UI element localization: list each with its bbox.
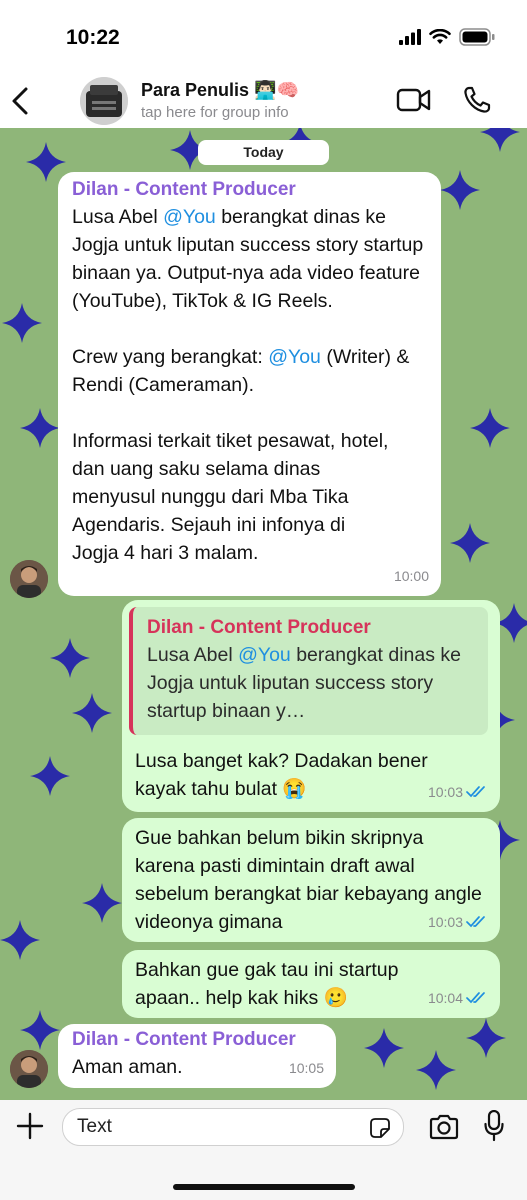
message-meta: 10:03	[428, 778, 488, 806]
camera-icon[interactable]	[428, 1114, 460, 1140]
message-sender[interactable]: Dilan - Content Producer	[72, 1027, 322, 1053]
message-paragraph: Informasi terkait tiket pesawat, hotel, …	[72, 430, 389, 564]
battery-icon	[459, 28, 495, 46]
home-indicator	[173, 1184, 355, 1190]
mention-link[interactable]: @You	[268, 346, 321, 368]
cellular-signal-icon	[399, 29, 421, 45]
mention-link[interactable]: @You	[163, 206, 216, 228]
chat-header: Para Penulis 👨🏻‍💻🧠 tap here for group in…	[0, 75, 527, 128]
back-chevron-icon[interactable]	[8, 83, 32, 119]
chat-area[interactable]: Today Dilan - Content Producer Lusa Abel…	[0, 128, 527, 1100]
input-bar: Text	[0, 1100, 527, 1200]
quoted-text: Lusa Abel @You berangkat dinas ke Jogja …	[147, 644, 461, 722]
message-time: 10:00	[393, 568, 429, 584]
sticker-icon[interactable]	[369, 1117, 391, 1139]
microphone-icon[interactable]	[484, 1110, 504, 1142]
message-meta: 10:05	[289, 1054, 324, 1082]
read-receipt-icon	[466, 916, 485, 928]
message-time: 10:03	[427, 784, 463, 800]
status-time: 10:22	[66, 26, 120, 49]
message-input[interactable]: Text	[62, 1108, 404, 1146]
message-input-placeholder: Text	[77, 1116, 112, 1137]
message-bubble-outgoing[interactable]: Dilan - Content Producer Lusa Abel @You …	[122, 600, 500, 812]
message-bubble-incoming[interactable]: Dilan - Content Producer Aman aman. 10:0…	[58, 1024, 336, 1088]
message-meta: 10:03	[428, 908, 488, 936]
video-call-icon[interactable]	[396, 87, 432, 113]
sender-avatar[interactable]	[10, 560, 48, 598]
plus-icon[interactable]	[16, 1112, 44, 1140]
read-receipt-icon	[466, 992, 485, 1004]
status-bar: 10:22	[0, 0, 527, 75]
date-separator: Today	[198, 140, 329, 165]
group-avatar[interactable]	[80, 77, 128, 125]
message-bubble-outgoing[interactable]: Bahkan gue gak tau ini startup apaan.. h…	[122, 950, 500, 1018]
phone-icon[interactable]	[462, 85, 492, 115]
message-text: Bahkan gue gak tau ini startup apaan.. h…	[135, 959, 399, 1009]
message-sender[interactable]: Dilan - Content Producer	[72, 177, 427, 203]
group-title[interactable]: Para Penulis 👨🏻‍💻🧠	[141, 80, 299, 101]
read-receipt-icon	[466, 786, 485, 798]
sender-avatar[interactable]	[10, 1050, 48, 1088]
message-bubble-outgoing[interactable]: Gue bahkan belum bikin skripnya karena p…	[122, 818, 500, 942]
message-meta: 10:04	[428, 984, 488, 1012]
message-meta: 10:00	[394, 562, 429, 590]
message-paragraph: Crew yang berangkat: @You (Writer) & Ren…	[72, 346, 410, 396]
wifi-icon	[429, 29, 451, 44]
message-text: Lusa banget kak? Dadakan bener kayak tah…	[135, 750, 428, 800]
status-icons	[399, 28, 495, 46]
message-text: Aman aman.	[72, 1056, 183, 1078]
message-paragraph: Lusa Abel @You berangkat dinas ke Jogja …	[72, 206, 424, 312]
quoted-sender: Dilan - Content Producer	[147, 617, 371, 638]
message-time: 10:03	[427, 914, 463, 930]
message-time: 10:05	[288, 1060, 324, 1076]
message-time: 10:04	[427, 990, 463, 1006]
message-bubble-incoming[interactable]: Dilan - Content Producer Lusa Abel @You …	[58, 172, 441, 596]
group-info-hint[interactable]: tap here for group info	[141, 104, 289, 121]
quoted-message[interactable]: Dilan - Content Producer Lusa Abel @You …	[129, 607, 488, 735]
